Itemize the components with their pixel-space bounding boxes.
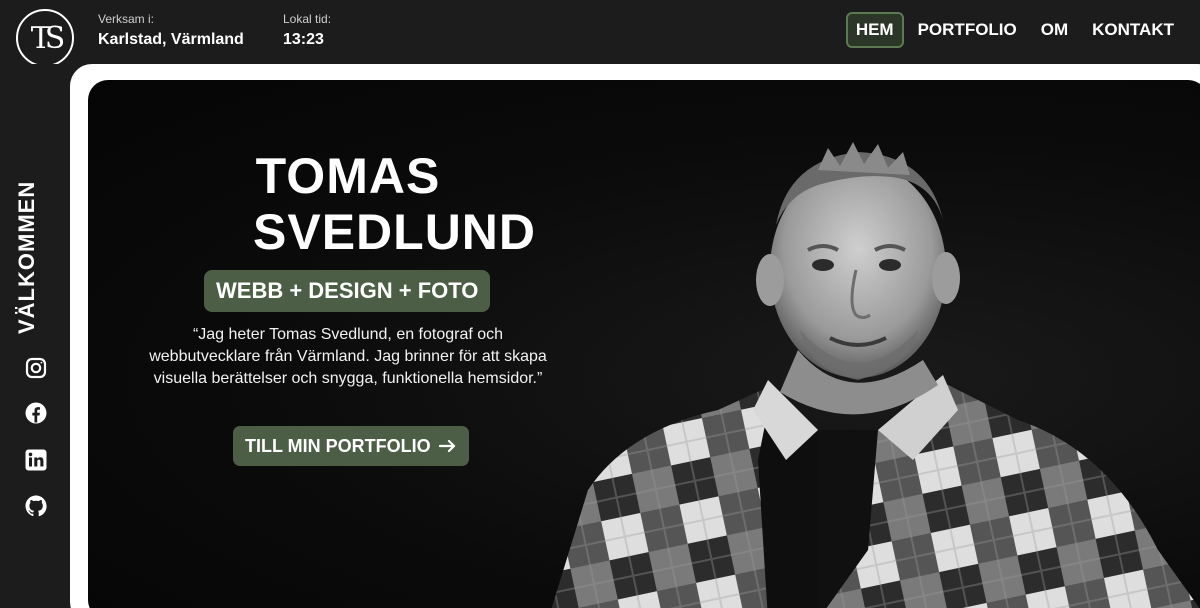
hero-tagline: WEBB + DESIGN + FOTO: [204, 270, 491, 312]
hero-name-line2: SVEDLUND: [253, 204, 537, 260]
portfolio-cta-label: TILL MIN PORTFOLIO: [245, 436, 431, 456]
logo[interactable]: TS: [16, 9, 74, 67]
location-info: Verksam i: Karlstad, Värmland: [98, 12, 244, 49]
nav-item-portfolio[interactable]: PORTFOLIO: [908, 12, 1027, 48]
hero-name-line1: TOMAS: [255, 148, 441, 204]
nav-item-hem[interactable]: HEM: [845, 12, 904, 48]
left-sidebar: VÄLKOMMEN: [0, 64, 70, 608]
logo-text: TS: [30, 20, 65, 56]
instagram-icon[interactable]: [24, 356, 48, 380]
portfolio-cta-button[interactable]: TILL MIN PORTFOLIO: [233, 426, 469, 466]
local-time-info: Lokal tid: 13:23: [283, 12, 331, 49]
welcome-text: VÄLKOMMEN: [14, 180, 39, 334]
nav-item-om[interactable]: OM: [1031, 12, 1078, 48]
arrow-right-icon: [438, 439, 455, 453]
portrait-photo: [551, 142, 1200, 608]
hero-quote: “Jag heter Tomas Svedlund, en fotograf o…: [149, 326, 547, 387]
nav-item-kontakt[interactable]: KONTAKT: [1082, 12, 1184, 48]
linkedin-icon[interactable]: [24, 448, 48, 472]
location-value: Karlstad, Värmland: [98, 31, 244, 48]
main-nav: HEM PORTFOLIO OM KONTAKT: [842, 12, 1184, 48]
github-icon[interactable]: [24, 494, 48, 518]
hero-name: TOMAS SVEDLUND: [253, 148, 537, 260]
local-time-value: 13:23: [283, 31, 324, 48]
hero-section: TOMAS SVEDLUND WEBB + DESIGN + FOTO “Jag…: [88, 80, 1200, 608]
facebook-icon[interactable]: [24, 401, 48, 425]
top-header: TS Verksam i: Karlstad, Värmland Lokal t…: [0, 0, 1200, 67]
local-time-label: Lokal tid:: [283, 12, 332, 26]
location-label: Verksam i:: [98, 12, 155, 26]
